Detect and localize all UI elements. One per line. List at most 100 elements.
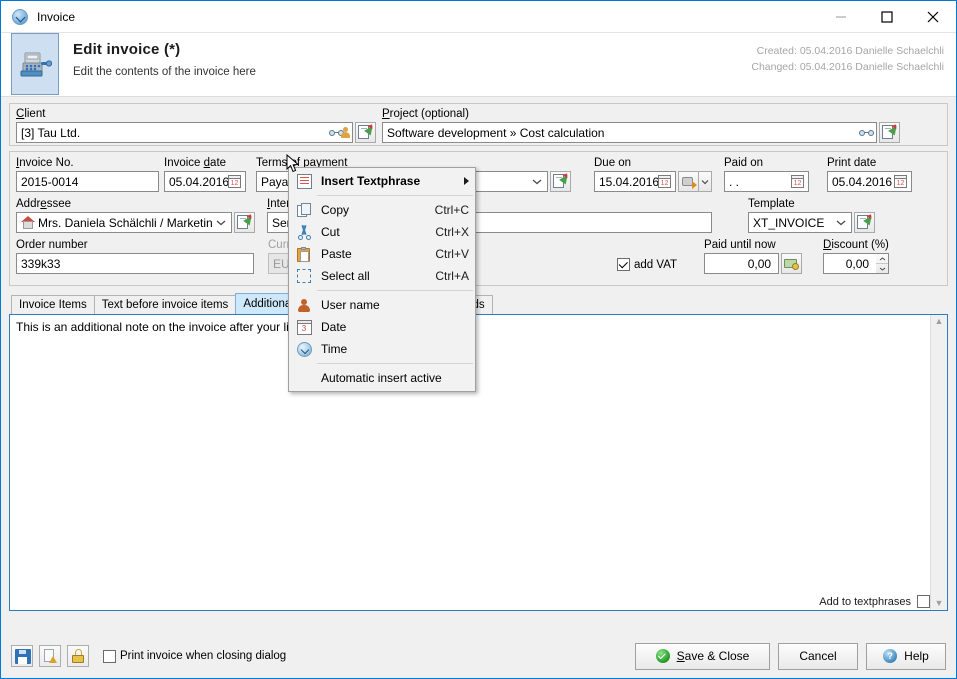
print-on-close-check-box[interactable]	[103, 650, 116, 663]
time-icon	[293, 342, 315, 357]
paid-until-now-label: Paid until now	[704, 239, 809, 251]
maximize-icon[interactable]	[864, 1, 910, 32]
help-label: Help	[904, 649, 929, 663]
menu-item-time[interactable]: Time	[289, 338, 475, 360]
tab-invoice-items[interactable]: Invoice Items	[11, 295, 95, 314]
menu-item-cut[interactable]: Cut Ctrl+X	[289, 221, 475, 243]
date-icon: 3	[293, 320, 315, 335]
menu-separator	[317, 290, 473, 291]
project-input[interactable]: Software development » Cost calculation	[382, 122, 877, 143]
mark-paid-icon	[681, 175, 697, 189]
add-to-textphrases-checkbox[interactable]	[917, 595, 930, 608]
project-field: Project (optional) Software development …	[382, 108, 902, 143]
cash-register-icon	[11, 33, 59, 95]
due-on-input[interactable]: 15.04.2016 12	[594, 171, 676, 192]
chevron-down-icon	[213, 219, 229, 226]
menu-item-insert-textphrase[interactable]: Insert Textphrase	[289, 170, 475, 192]
menu-separator	[317, 363, 473, 364]
paid-until-now-money-button[interactable]	[781, 253, 802, 274]
paid-until-now-input[interactable]: 0,00	[704, 253, 779, 274]
addressee-field: Addressee Mrs. Daniela Schälchli / Marke…	[16, 198, 262, 233]
template-edit-button[interactable]	[854, 212, 875, 233]
add-vat-checkbox[interactable]: add VAT	[617, 258, 677, 274]
client-lookup-icon[interactable]	[329, 127, 350, 138]
save-close-button[interactable]: Save & Close	[635, 643, 770, 670]
paid-on-input[interactable]: . . 12	[724, 171, 809, 192]
paid-on-field: Paid on . . 12	[724, 157, 819, 192]
client-edit-button[interactable]	[355, 122, 376, 143]
unlock-button[interactable]	[67, 645, 89, 667]
calendar-icon[interactable]: 12	[658, 175, 671, 188]
discount-field: Discount (%) 0,00	[823, 239, 901, 274]
save-close-label: Save & Close	[677, 649, 750, 663]
print-on-close-checkbox[interactable]: Print invoice when closing dialog	[103, 650, 286, 663]
discount-value: 0,00	[828, 257, 872, 271]
menu-item-date[interactable]: 3 Date	[289, 316, 475, 338]
project-label: Project (optional)	[382, 108, 902, 120]
cancel-button[interactable]: Cancel	[778, 643, 858, 670]
order-number-field: Order number 339k33	[16, 239, 264, 274]
addressee-edit-button[interactable]	[234, 212, 255, 233]
project-value: Software development » Cost calculation	[387, 126, 859, 140]
chevron-up-icon[interactable]: ▲	[935, 317, 944, 326]
invoice-date-input[interactable]: 05.04.2016 12	[164, 171, 246, 192]
add-vat-label: add VAT	[634, 259, 677, 271]
money-icon	[784, 257, 799, 270]
details-row-3: Order number 339k33 Currency EURO - €	[16, 239, 941, 274]
tab-text-before-items[interactable]: Text before invoice items	[94, 295, 237, 314]
title-bar: Invoice	[1, 1, 956, 32]
invoice-no-value: 2015-0014	[21, 175, 154, 189]
help-button[interactable]: ? Help	[866, 643, 946, 670]
window-controls	[818, 1, 956, 32]
tab-bar: Invoice Items Text before invoice items …	[9, 293, 948, 314]
print-date-value: 05.04.2016	[832, 175, 894, 189]
menu-item-automatic-insert-active[interactable]: Automatic insert active	[289, 367, 475, 389]
menu-item-copy[interactable]: Copy Ctrl+C	[289, 199, 475, 221]
stepper-down-icon[interactable]	[876, 263, 888, 273]
calendar-icon[interactable]: 12	[791, 175, 804, 188]
address-home-icon	[21, 216, 35, 229]
minimize-icon[interactable]	[818, 1, 864, 32]
terms-of-payment-edit-button[interactable]	[550, 171, 571, 192]
order-number-input[interactable]: 339k33	[16, 253, 254, 274]
menu-label: Time	[315, 342, 469, 356]
save-button-small[interactable]	[11, 645, 33, 667]
menu-separator	[317, 195, 473, 196]
discount-stepper[interactable]	[876, 253, 889, 274]
note-editor-panel: This is an additional note on the invoic…	[9, 314, 948, 611]
close-icon[interactable]	[910, 1, 956, 32]
chevron-down-icon	[833, 219, 849, 226]
document-warning-button[interactable]	[39, 645, 61, 667]
clock-icon	[12, 9, 28, 25]
template-select[interactable]: XT_INVOICE	[748, 212, 852, 233]
menu-item-paste[interactable]: Paste Ctrl+V	[289, 243, 475, 265]
save-disk-icon	[15, 649, 30, 664]
mark-paid-button[interactable]	[678, 171, 699, 192]
user-icon	[293, 298, 315, 313]
discount-input[interactable]: 0,00	[823, 253, 876, 274]
stepper-up-icon[interactable]	[876, 254, 888, 263]
changed-text: Changed: 05.04.2016 Danielle Schaelchli	[751, 59, 944, 75]
mark-paid-dropdown[interactable]	[699, 171, 712, 192]
add-vat-check-box[interactable]	[617, 258, 630, 271]
header-text: Edit invoice (*) Edit the contents of th…	[73, 33, 256, 96]
editor-scrollbar[interactable]: ▲ ▼	[930, 315, 947, 610]
print-date-input[interactable]: 05.04.2016 12	[827, 171, 912, 192]
invoice-no-input[interactable]: 2015-0014	[16, 171, 159, 192]
paid-on-label: Paid on	[724, 157, 819, 169]
print-date-label: Print date	[827, 157, 917, 169]
addressee-select[interactable]: Mrs. Daniela Schälchli / Marketing (	[16, 212, 232, 233]
paid-until-now-value: 0,00	[709, 257, 774, 271]
calendar-icon[interactable]: 12	[894, 175, 907, 188]
menu-item-select-all[interactable]: Select all Ctrl+A	[289, 265, 475, 287]
add-to-textphrases-label: Add to textphrases	[819, 596, 911, 608]
chevron-down-icon[interactable]: ▼	[935, 599, 944, 608]
project-edit-button[interactable]	[879, 122, 900, 143]
client-input[interactable]: [3] Tau Ltd.	[16, 122, 353, 143]
menu-item-user-name[interactable]: User name	[289, 294, 475, 316]
created-text: Created: 05.04.2016 Danielle Schaelchli	[751, 43, 944, 59]
project-lookup-icon[interactable]	[859, 127, 874, 138]
unlock-icon	[71, 649, 85, 663]
calendar-icon[interactable]: 12	[228, 175, 241, 188]
tab-label: Text before invoice items	[102, 299, 229, 311]
